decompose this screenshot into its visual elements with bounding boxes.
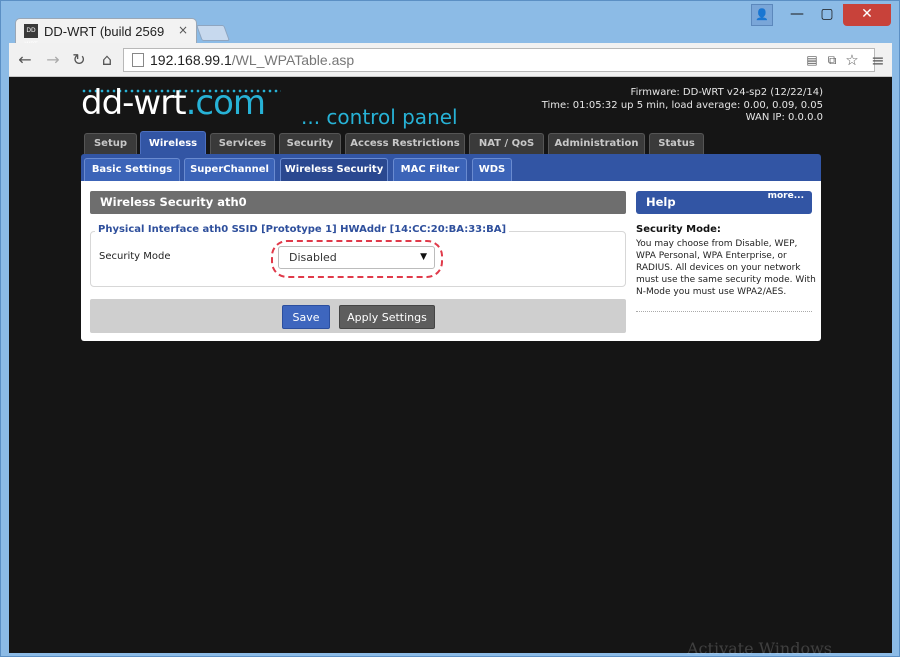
subtab-wds[interactable]: WDS (472, 158, 512, 181)
sub-nav-tabs: Basic Settings SuperChannel Wireless Sec… (81, 154, 821, 181)
control-panel-title: ... control panel (301, 105, 458, 129)
wan-ip-info: WAN IP: 0.0.0.0 (745, 112, 823, 123)
router-info: Firmware: DD-WRT v24-sp2 (12/22/14) Time… (542, 87, 823, 125)
save-button[interactable]: Save (282, 305, 330, 329)
subtab-basic-settings[interactable]: Basic Settings (84, 158, 180, 181)
browser-toolbar: ← → ↻ ⌂ 192.168.99.1/WL_WPATable.asp ▤ ⧉… (9, 43, 892, 77)
address-bar[interactable]: 192.168.99.1/WL_WPATable.asp ▤ ⧉ ☆ (123, 48, 875, 72)
interface-fieldset: Physical Interface ath0 SSID [Prototype … (90, 224, 626, 287)
home-icon[interactable]: ⌂ (97, 50, 117, 70)
security-mode-label: Security Mode (99, 251, 171, 262)
help-text: You may choose from Disable, WEP, WPA Pe… (636, 239, 816, 297)
subtab-mac-filter[interactable]: MAC Filter (393, 158, 467, 181)
user-profile-icon[interactable]: 👤 (751, 4, 773, 26)
dropdown-arrow-icon: ▼ (420, 252, 427, 262)
browser-tab[interactable]: DD WRT DD-WRT (build 2569 × (15, 18, 197, 48)
uptime-info: Time: 01:05:32 up 5 min, load average: 0… (541, 99, 823, 111)
interface-legend: Physical Interface ath0 SSID [Prototype … (95, 224, 510, 235)
tab-access-restrictions[interactable]: Access Restrictions (345, 133, 465, 155)
help-header: Help more... (636, 191, 812, 214)
page-icon (132, 53, 144, 67)
hamburger-menu-icon[interactable]: ≡ (869, 51, 887, 70)
tab-services[interactable]: Services (210, 133, 275, 155)
browser-window: DD WRT DD-WRT (build 2569 × 👤 — ▢ ✕ ← → … (0, 0, 900, 657)
apply-settings-button[interactable]: Apply Settings (339, 305, 435, 329)
tab-title: DD-WRT (build 2569 (44, 24, 165, 39)
tab-status[interactable]: Status (649, 133, 704, 155)
security-mode-select[interactable]: Disabled ▼ (278, 246, 435, 269)
ddwrt-header: dd-wrt.com ... control panel Firmware: D… (81, 81, 831, 131)
section-title: Wireless Security ath0 (90, 191, 626, 214)
ddwrt-logo: dd-wrt.com (81, 83, 266, 123)
page-action-icon[interactable]: ▤ (804, 53, 820, 69)
close-window-button[interactable]: ✕ (843, 4, 891, 26)
help-title: Help (646, 195, 676, 209)
subtab-superchannel[interactable]: SuperChannel (184, 158, 275, 181)
main-content: Wireless Security ath0 Physical Interfac… (81, 181, 821, 341)
back-arrow-icon[interactable]: ← (15, 50, 35, 70)
forward-arrow-icon[interactable]: → (43, 50, 63, 70)
security-mode-value: Disabled (289, 251, 337, 264)
tab-security[interactable]: Security (279, 133, 341, 155)
minimize-button[interactable]: — (783, 4, 811, 26)
tab-administration[interactable]: Administration (548, 133, 645, 155)
title-bar: DD WRT DD-WRT (build 2569 × 👤 — ▢ ✕ (1, 1, 900, 48)
help-more-link[interactable]: more... (768, 191, 804, 201)
logo-main: dd-wrt (81, 83, 187, 123)
ddwrt-favicon-icon: DD WRT (24, 24, 38, 48)
new-tab-button[interactable] (196, 25, 230, 41)
page-viewport: dd-wrt.com ... control panel Firmware: D… (9, 77, 892, 653)
url-text[interactable]: 192.168.99.1/WL_WPATable.asp (150, 52, 354, 68)
tab-close-icon[interactable]: × (178, 23, 188, 37)
action-bar: Save Apply Settings (90, 299, 626, 333)
tab-wireless[interactable]: Wireless (140, 131, 206, 155)
bookmark-star-icon[interactable]: ☆ (844, 51, 860, 69)
translate-icon[interactable]: ⧉ (824, 53, 840, 69)
maximize-button[interactable]: ▢ (813, 4, 841, 26)
url-host: 192.168.99.1 (150, 52, 232, 68)
firmware-info: Firmware: DD-WRT v24-sp2 (12/22/14) (630, 87, 823, 98)
logo-com: .com (185, 83, 266, 123)
activate-windows-watermark: Activate Windows (687, 639, 832, 657)
subtab-wireless-security[interactable]: Wireless Security (280, 158, 388, 181)
tab-nat-qos[interactable]: NAT / QoS (469, 133, 544, 155)
reload-icon[interactable]: ↻ (69, 50, 89, 70)
tab-setup[interactable]: Setup (84, 133, 137, 155)
url-path: /WL_WPATable.asp (231, 52, 355, 68)
help-divider (636, 311, 812, 312)
help-topic: Security Mode: (636, 224, 721, 235)
